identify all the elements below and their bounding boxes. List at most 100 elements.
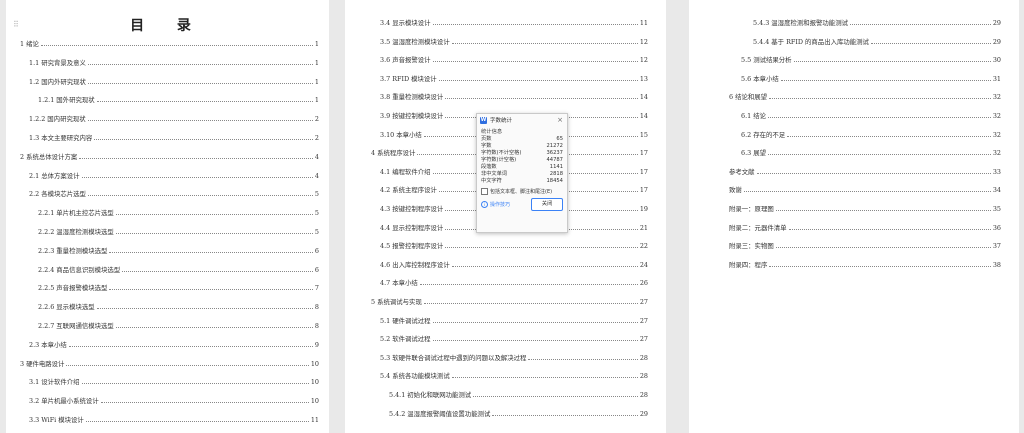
toc-leader-dots <box>775 247 991 249</box>
tips-label: 操作技巧 <box>490 202 511 208</box>
toc-leader-dots <box>66 364 309 366</box>
toc-entry-title: 4.4 显示控制程序设计 <box>380 223 444 232</box>
stat-value: 44787 <box>546 157 563 163</box>
toc-entry[interactable]: 5.3 软硬件联合调试过程中遇到的问题以及解决过程 28 <box>380 350 648 362</box>
toc-entry[interactable]: 2.3 本章小结 9 <box>29 337 319 349</box>
toc-entry-page-number: 17 <box>639 167 648 176</box>
toc-entry[interactable]: 1 绪论 1 <box>20 36 319 48</box>
toc-leader-dots <box>40 45 313 46</box>
toc-entry[interactable]: 1.2.1 国外研究现状 1 <box>38 92 319 104</box>
include-textbox-label: 包括文本框、脚注和尾注(E) <box>490 189 553 195</box>
toc-leader-dots <box>445 247 638 249</box>
toc-entry[interactable]: 4.5 报警控制程序设计 22 <box>380 238 648 250</box>
toc-entry[interactable]: 6.1 结论 32 <box>741 108 1001 120</box>
toc-entry[interactable]: 4.6 出入库控制程序设计 24 <box>380 257 648 269</box>
toc-entry[interactable]: 4.7 本章小结 26 <box>380 275 648 287</box>
toc-entry[interactable]: 1.2 国内外研究现状 1 <box>29 74 319 86</box>
toc-entry-page-number: 32 <box>992 112 1001 120</box>
toc-entry[interactable]: 5.2 软件调试过程 27 <box>380 331 648 343</box>
toc-entry[interactable]: 2 系统总体设计方案 4 <box>20 149 319 161</box>
toc-entry[interactable]: 2.2.7 互联网通信模块选型 8 <box>38 318 319 330</box>
toc-entry[interactable]: 5.4.3 温湿度检测和报警功能测试 29 <box>753 15 1001 27</box>
toc-entry-page-number: 19 <box>639 205 648 213</box>
close-icon[interactable]: × <box>556 116 564 124</box>
stat-row: 页数 65 <box>481 136 563 143</box>
toc-entry[interactable]: 2.2.6 显示模块选型 8 <box>38 299 319 311</box>
toc-entry[interactable]: 1.3 本文主要研究内容 2 <box>29 130 319 142</box>
toc-entry-title: 附录三：实物图 <box>729 242 774 251</box>
toc-entry[interactable]: 1.2.2 国内研究现状 2 <box>29 111 319 123</box>
dialog-header[interactable]: W 字数统计 × <box>477 114 567 126</box>
close-button[interactable]: 关闭 <box>531 198 563 211</box>
toc-entry-title: 5.4.1 初始化和联网功能测试 <box>389 391 472 399</box>
toc-entry-title: 参考文献 <box>729 167 755 176</box>
toc-entry[interactable]: 6 结论和展望 32 <box>729 89 1001 101</box>
toc-entry[interactable]: 附录一：原理图 35 <box>729 201 1001 213</box>
toc-entry[interactable]: 2.1 总体方案设计 4 <box>29 168 319 180</box>
toc-entry-title: 3.6 声音报警设计 <box>380 56 431 65</box>
toc-entry-page-number: 35 <box>992 205 1001 213</box>
toc-entry[interactable]: 5.5 测试结果分析 30 <box>741 52 1001 64</box>
toc-entry-page-number: 33 <box>992 167 1001 176</box>
toc-entry[interactable]: 1.1 研究背景及意义 1 <box>29 55 319 67</box>
toc-entry[interactable]: 附录四：程序 38 <box>729 257 1001 269</box>
toc-entry-page-number: 1 <box>314 40 319 48</box>
toc-entry[interactable]: 3.2 单片机最小系统设计 10 <box>29 393 319 405</box>
toc-entry[interactable]: 附录三：实物图 37 <box>729 238 1001 250</box>
toc-entry[interactable]: 5.4 系统各功能模块测试 28 <box>380 368 648 380</box>
toc-entry[interactable]: 5.4.4 基于 RFID 的商品出入库功能测试 29 <box>753 34 1001 46</box>
toc-entry-title: 5.5 测试结果分析 <box>741 56 792 65</box>
toc-entry-title: 2.2 各模块芯片选型 <box>29 190 86 199</box>
dialog-title: 字数统计 <box>490 118 513 124</box>
toc-entry[interactable]: 5.4.2 温湿度报警阈值设置功能测试 29 <box>389 406 648 418</box>
toc-entry-page-number: 37 <box>992 242 1001 251</box>
toc-entry[interactable]: 3.3 WiFi 模块设计 11 <box>29 412 319 424</box>
toc-entry[interactable]: 3.7 RFID 模块设计 13 <box>380 71 648 83</box>
toc-entry-title: 4 系统程序设计 <box>371 149 416 158</box>
toc-entry-title: 2.2.6 显示模块选型 <box>38 303 95 312</box>
toc-entry-page-number: 27 <box>639 298 648 306</box>
toc-entry[interactable]: 参考文献 33 <box>729 164 1001 176</box>
toc-entry[interactable]: 6.2 存在的不足 32 <box>741 127 1001 139</box>
toc-leader-dots <box>438 79 638 81</box>
toc-leader-dots <box>419 284 638 286</box>
tips-link[interactable]: i 操作技巧 <box>481 201 510 208</box>
word-count-dialog[interactable]: W 字数统计 × 统计信息 页数 65 字数 21272 字符数(不计空格) 3623… <box>476 113 568 233</box>
toc-entry-title: 1.1 研究背景及意义 <box>29 58 86 67</box>
toc-entry[interactable]: 3.5 温湿度检测模块设计 12 <box>380 34 648 46</box>
toc-entry[interactable]: 2.2.4 商品信息识别模块选型 6 <box>38 262 319 274</box>
toc-entry[interactable]: 致谢 34 <box>729 182 1001 194</box>
toc-entry-title: 5.2 软件调试过程 <box>380 335 431 344</box>
include-textbox-option[interactable]: 包括文本框、脚注和尾注(E) <box>477 185 567 195</box>
toc-entry[interactable]: 3.1 设计软件介绍 10 <box>29 374 319 386</box>
toc-entry-page-number: 14 <box>639 93 648 102</box>
toc-entry[interactable]: 附录二：元器件清单 36 <box>729 220 1001 232</box>
toc-entry-page-number: 17 <box>639 186 648 195</box>
toc-entry-title: 5.1 硬件调试过程 <box>380 316 431 325</box>
toc-entry-page-number: 14 <box>639 112 648 120</box>
toc-leader-dots <box>473 396 638 397</box>
toc-entry-page-number: 10 <box>310 378 319 387</box>
toc-entry-title: 5.4.3 温湿度检测和报警功能测试 <box>753 19 848 27</box>
toc-entry[interactable]: 5.4.1 初始化和联网功能测试 28 <box>389 387 648 399</box>
toc-entry-page-number: 29 <box>639 409 648 418</box>
toc-entry[interactable]: 3.6 声音报警设计 12 <box>380 52 648 64</box>
toc-entry[interactable]: 2.2 各模块芯片选型 5 <box>29 186 319 198</box>
toc-entry[interactable]: 3 硬件电路设计 10 <box>20 356 319 368</box>
toc-entry[interactable]: 5.1 硬件调试过程 27 <box>380 313 648 325</box>
toc-entry[interactable]: 2.2.5 声音报警模块选型 7 <box>38 280 319 292</box>
toc-entry-title: 附录一：原理图 <box>729 205 774 213</box>
toc-entry[interactable]: 2.2.1 单片机主控芯片选型 5 <box>38 205 319 217</box>
toc-entry[interactable]: 5 系统调试与实现 27 <box>371 294 648 306</box>
include-textbox-checkbox[interactable] <box>481 188 488 195</box>
toc-entry[interactable]: 3.4 显示模块设计 11 <box>380 15 648 27</box>
toc-entry[interactable]: 3.8 重量检测模块设计 14 <box>380 89 648 101</box>
toc-leader-dots <box>492 414 638 416</box>
toc-entry[interactable]: 2.2.2 温湿度检测模块选型 5 <box>38 224 319 236</box>
toc-entry[interactable]: 2.2.3 重量检测模块选型 6 <box>38 243 319 255</box>
toc-entry-page-number: 28 <box>639 391 648 399</box>
toc-entry-title: 4.1 编程软件介绍 <box>380 167 431 176</box>
toc-entry[interactable]: 6.3 展望 32 <box>741 145 1001 157</box>
stat-label: 非中文单词 <box>481 171 507 177</box>
toc-entry[interactable]: 5.6 本章小结 31 <box>741 71 1001 83</box>
